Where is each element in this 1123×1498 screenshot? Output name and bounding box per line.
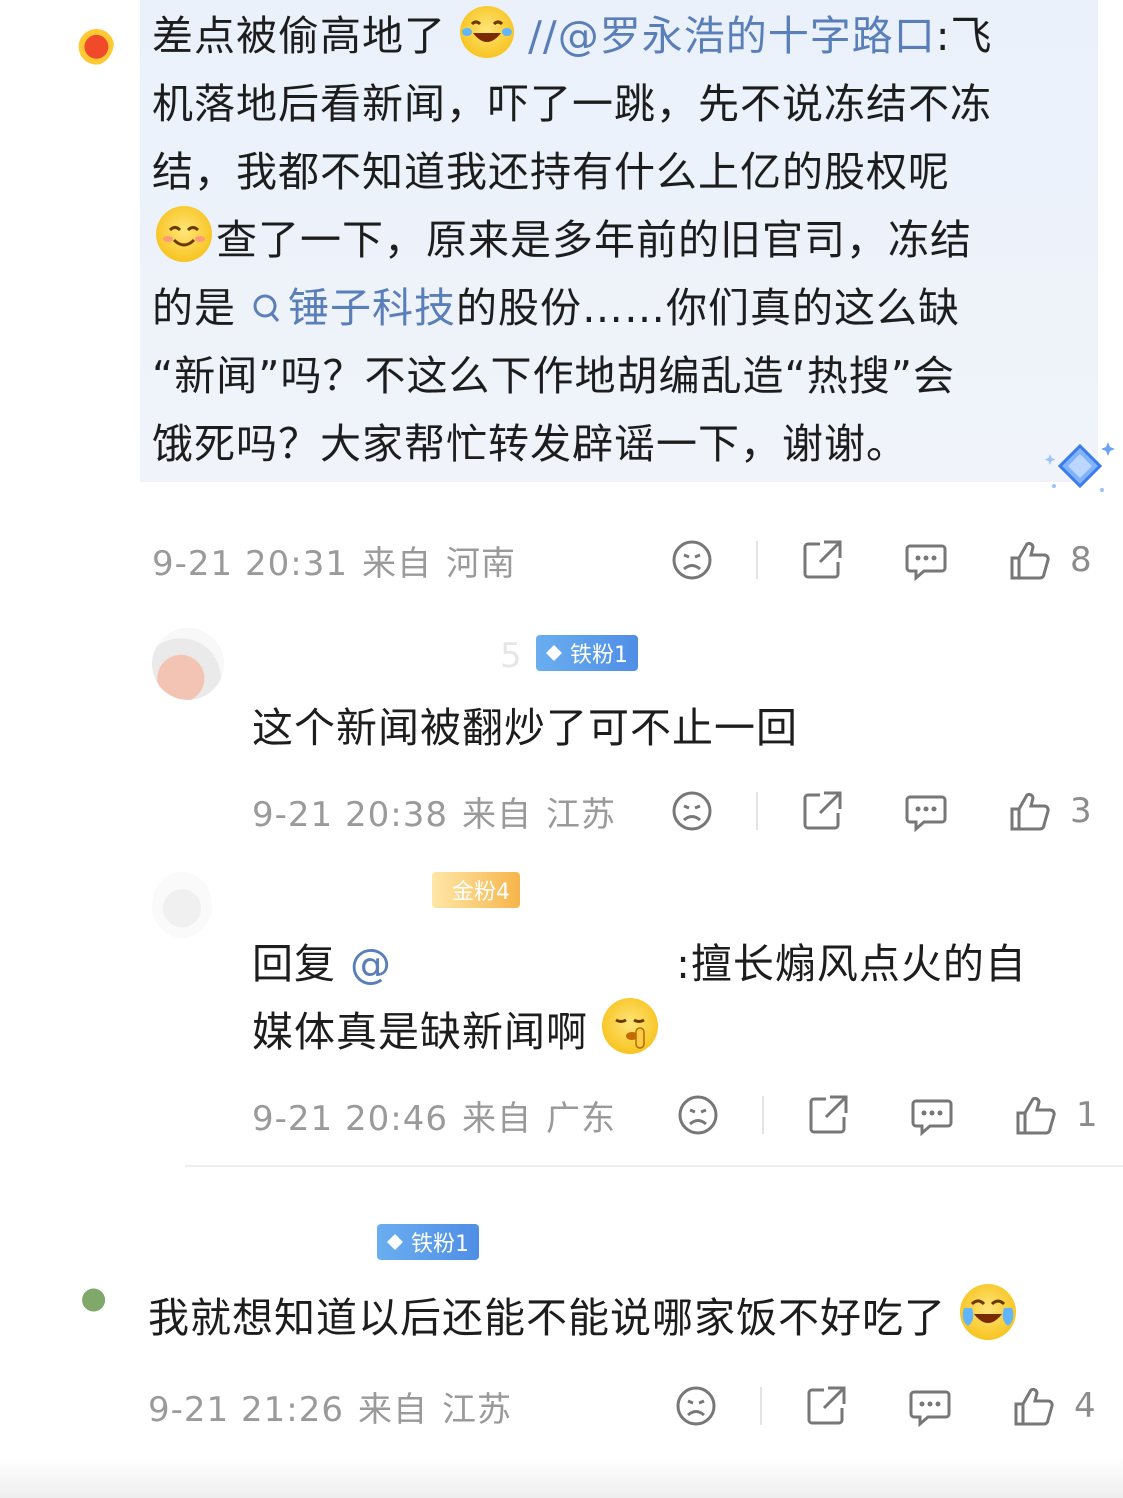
like-count: 3 (1070, 791, 1092, 831)
section-divider (185, 1165, 1123, 1167)
avatar[interactable] (152, 872, 212, 938)
comment-text-part: 差点被偷高地了 (152, 12, 446, 60)
comment-text-line: 饿死吗？大家帮忙转发辟谣一下，谢谢。 (152, 420, 908, 468)
comment-text-part: :飞 (935, 12, 993, 60)
avatar[interactable] (70, 18, 114, 66)
comment-text: 差点被偷高地了 //@罗永浩的十字路口:飞 机落地后看新闻，吓了一跳，先不说冻结… (152, 2, 1092, 478)
comment-text: 我就想知道以后还能不能说哪家饭不好吃了 (148, 1284, 1108, 1352)
divider (756, 792, 758, 830)
smile-emoji-icon (156, 206, 212, 262)
comment-text: 这个新闻被翻炒了可不止一回 (252, 704, 798, 752)
comment-icon[interactable] (908, 1384, 952, 1428)
comment-meta: 9-21 21:26 来自 江苏 (148, 1381, 512, 1431)
badge-label: 铁粉1 (570, 643, 628, 668)
comment-text-line: 结，我都不知道我还持有什么上亿的股权呢 (152, 148, 950, 196)
timestamp: 9-21 20:31 (152, 543, 348, 584)
laughing-cry-emoji-icon (960, 1284, 1017, 1340)
source-label: 来自 (461, 1098, 532, 1139)
search-icon (253, 294, 280, 322)
comment-text-part: 我就想知道以后还能不能说哪家饭不好吃了 (148, 1294, 946, 1342)
share-icon[interactable] (800, 789, 844, 833)
dislike-face-icon[interactable] (676, 1093, 720, 1137)
comment-icon[interactable] (904, 789, 948, 833)
comment-icon[interactable] (904, 538, 948, 582)
comment-actions: 4 (674, 1381, 1096, 1431)
reply-prefix: 回复 (252, 940, 336, 988)
badge-label: 铁粉1 (411, 1232, 469, 1257)
diamond-icon (387, 1234, 403, 1250)
thumbs-up-icon[interactable] (1008, 789, 1052, 833)
location: 江苏 (441, 1389, 512, 1430)
fan-badge[interactable]: 金粉4 (432, 872, 520, 908)
comment-meta: 9-21 20:31 来自 河南 (152, 535, 516, 585)
shush-emoji-icon (602, 998, 659, 1054)
thumbs-up-icon[interactable] (1008, 538, 1052, 582)
comment-icon[interactable] (910, 1093, 954, 1137)
dislike-face-icon[interactable] (670, 538, 714, 582)
badge-label: 金粉4 (452, 880, 510, 905)
location: 河南 (445, 543, 516, 584)
location: 江苏 (545, 794, 616, 835)
comment-text-line: 机落地后看新闻，吓了一跳，先不说冻结不冻 (152, 80, 992, 128)
comment-text-part: 的股份……你们真的这么缺 (456, 284, 961, 332)
share-icon[interactable] (800, 538, 844, 582)
dislike-face-icon[interactable] (674, 1384, 718, 1428)
timestamp: 9-21 20:38 (252, 794, 448, 835)
mention-link[interactable]: @ (350, 940, 392, 988)
comment-text-part: 媒体真是缺新闻啊 (252, 1008, 588, 1056)
source-label: 来自 (357, 1389, 428, 1430)
mention-link[interactable]: @罗永浩的十字路口 (558, 12, 936, 60)
share-icon[interactable] (804, 1384, 848, 1428)
topic-label: 锤子科技 (288, 284, 457, 332)
comment-meta: 9-21 20:46 来自 广东 (252, 1090, 616, 1140)
timestamp: 9-21 21:26 (148, 1389, 344, 1430)
diamond-icon (546, 645, 562, 661)
comment-meta: 9-21 20:38 来自 江苏 (252, 786, 616, 836)
bottom-fade (0, 1458, 1123, 1498)
thumbs-up-icon[interactable] (1012, 1384, 1056, 1428)
source-label: 来自 (461, 794, 532, 835)
share-icon[interactable] (806, 1093, 850, 1137)
divider (760, 1387, 762, 1425)
like-count: 1 (1076, 1095, 1098, 1135)
comment-text: 回复 @ :擅长煽风点火的自 媒体真是缺新闻啊 (252, 930, 1092, 1066)
dislike-face-icon[interactable] (670, 789, 714, 833)
like-count: 8 (1070, 540, 1092, 580)
source-label: 来自 (361, 543, 432, 584)
comment-text-line: “新闻”吗？不这么下作地胡编乱造“热搜”会 (152, 352, 955, 400)
repost-slashes: // (528, 12, 558, 60)
avatar[interactable] (60, 1270, 108, 1330)
comment-text-part: 查了一下，原来是多年前的旧官司，冻结 (216, 216, 972, 264)
comment-actions: 1 (676, 1090, 1098, 1140)
comment-actions: 8 (670, 535, 1092, 585)
avatar[interactable] (152, 628, 224, 700)
divider (756, 541, 758, 579)
thumbs-up-icon[interactable] (1014, 1093, 1058, 1137)
timestamp: 9-21 20:46 (252, 1098, 448, 1139)
comment-text-part: :擅长煽风点火的自 (676, 940, 1027, 988)
fan-badge[interactable]: 铁粉1 (377, 1224, 479, 1260)
comment-actions: 3 (670, 786, 1092, 836)
grinning-tears-emoji-icon (460, 6, 515, 58)
divider (762, 1096, 764, 1134)
fan-badge[interactable]: 铁粉1 (536, 635, 638, 671)
username-fragment: 5 (500, 636, 522, 676)
like-count: 4 (1074, 1386, 1096, 1426)
topic-link[interactable]: 锤子科技 (250, 284, 456, 332)
location: 广东 (545, 1098, 616, 1139)
comment-text-part: 的是 (152, 284, 236, 332)
